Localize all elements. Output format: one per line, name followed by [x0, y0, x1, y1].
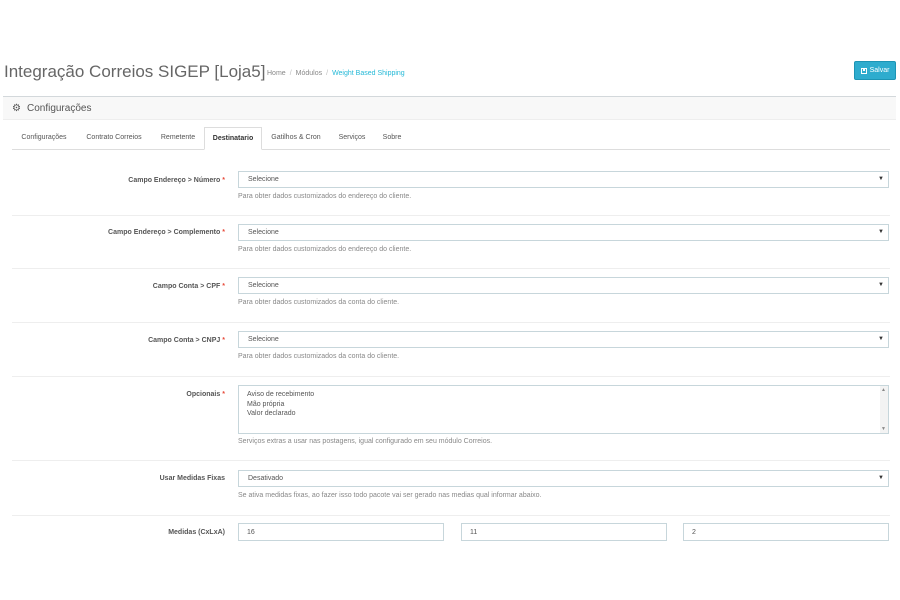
tab-gatilhos-cron[interactable]: Gatilhos & Cron [262, 127, 330, 148]
complemento-help: Para obter dados customizados do endereç… [238, 246, 412, 253]
cnpj-help: Para obter dados customizados da conta d… [238, 353, 400, 360]
medida-comprimento-input[interactable]: 16 [238, 523, 444, 541]
tab-sobre[interactable]: Sobre [374, 127, 410, 148]
page-header: Integração Correios SIGEP [Loja5] Home / M… [0, 55, 900, 91]
page-title: Integração Correios SIGEP [Loja5] [4, 62, 266, 81]
caret-down-icon: ▼ [878, 282, 884, 288]
field-label-medidas-fixas: Usar Medidas Fixas [159, 475, 225, 482]
form-row-opcionais: Opcionais * Aviso de recebimento Mão próp… [12, 376, 890, 461]
scrollbar[interactable]: ▲ ▼ [880, 386, 888, 433]
config-panel: ⚙ Configurações Configurações Contrato C… [3, 96, 896, 556]
caret-down-icon: ▼ [878, 475, 884, 481]
scroll-up-icon[interactable]: ▲ [881, 387, 886, 393]
panel-title: Configurações [26, 102, 92, 114]
medida-altura-input[interactable]: 2 [683, 523, 889, 541]
form-row-cnpj: Campo Conta > CNPJ * Selecione ▼ Para obt… [12, 322, 890, 377]
cpf-help: Para obter dados customizados da conta d… [238, 299, 400, 306]
save-icon [860, 67, 867, 74]
option-mao-propria[interactable]: Mão própria [247, 400, 888, 410]
caret-down-icon: ▼ [878, 336, 884, 342]
form-row-numero: Campo Endereço > Número * Selecione ▼ Par… [12, 149, 890, 216]
medidas-fixas-select[interactable]: Desativado ▼ [238, 470, 889, 487]
cpf-select-value: Selecione [248, 282, 279, 289]
gear-icon: ⚙ [12, 102, 21, 114]
field-label-opcionais: Opcionais * [186, 391, 225, 398]
breadcrumb-modulos[interactable]: Módulos [296, 70, 322, 77]
numero-help: Para obter dados customizados do endereç… [238, 193, 412, 200]
field-label-medidas: Medidas (CxLxA) [168, 529, 225, 536]
breadcrumb-home[interactable]: Home [267, 70, 286, 77]
caret-down-icon: ▼ [878, 229, 884, 235]
complemento-select-value: Selecione [248, 229, 279, 236]
tab-contrato-correios[interactable]: Contrato Correios [76, 127, 152, 148]
medidas-fixas-select-value: Desativado [248, 475, 284, 482]
save-button-label: Salvar [869, 67, 890, 74]
tab-bar: Configurações Contrato Correios Remetent… [12, 127, 890, 150]
scroll-down-icon[interactable]: ▼ [881, 426, 886, 432]
field-label-complemento: Campo Endereço > Complemento * [108, 229, 225, 236]
form-row-cpf: Campo Conta > CPF * Selecione ▼ Para obte… [12, 268, 890, 323]
medidas-fixas-help: Se ativa medidas fixas, ao fazer isso to… [238, 492, 542, 499]
form-row-medidas-fixas: Usar Medidas Fixas Desativado ▼ Se ativa… [12, 460, 890, 516]
breadcrumb: Home / Módulos / Weight Based Shipping [267, 70, 405, 77]
cpf-select[interactable]: Selecione ▼ [238, 277, 889, 294]
breadcrumb-current[interactable]: Weight Based Shipping [332, 70, 405, 77]
medida-largura-input[interactable]: 11 [461, 523, 667, 541]
form-row-medidas: Medidas (CxLxA) 16 11 2 [12, 515, 890, 557]
field-label-numero: Campo Endereço > Número * [128, 177, 225, 184]
complemento-select[interactable]: Selecione ▼ [238, 224, 889, 241]
opcionais-multiselect[interactable]: Aviso de recebimento Mão própria Valor d… [238, 385, 889, 434]
tab-destinatario[interactable]: Destinatario [204, 127, 262, 150]
tab-remetente[interactable]: Remetente [152, 127, 204, 148]
form-row-complemento: Campo Endereço > Complemento * Selecione … [12, 215, 890, 269]
field-label-cnpj: Campo Conta > CNPJ * [148, 337, 225, 344]
option-aviso-recebimento[interactable]: Aviso de recebimento [247, 390, 888, 400]
tab-configuracoes[interactable]: Configurações [12, 127, 76, 148]
numero-select[interactable]: Selecione ▼ [238, 171, 889, 188]
option-valor-declarado[interactable]: Valor declarado [247, 409, 888, 419]
panel-heading: ⚙ Configurações [3, 97, 896, 120]
tab-servicos[interactable]: Serviços [330, 127, 374, 148]
opcionais-help: Serviços extras a usar nas postagens, ig… [238, 438, 493, 445]
numero-select-value: Selecione [248, 176, 279, 183]
cnpj-select[interactable]: Selecione ▼ [238, 331, 889, 348]
cnpj-select-value: Selecione [248, 336, 279, 343]
save-button[interactable]: Salvar [854, 61, 896, 80]
caret-down-icon: ▼ [878, 176, 884, 182]
field-label-cpf: Campo Conta > CPF * [152, 283, 225, 290]
